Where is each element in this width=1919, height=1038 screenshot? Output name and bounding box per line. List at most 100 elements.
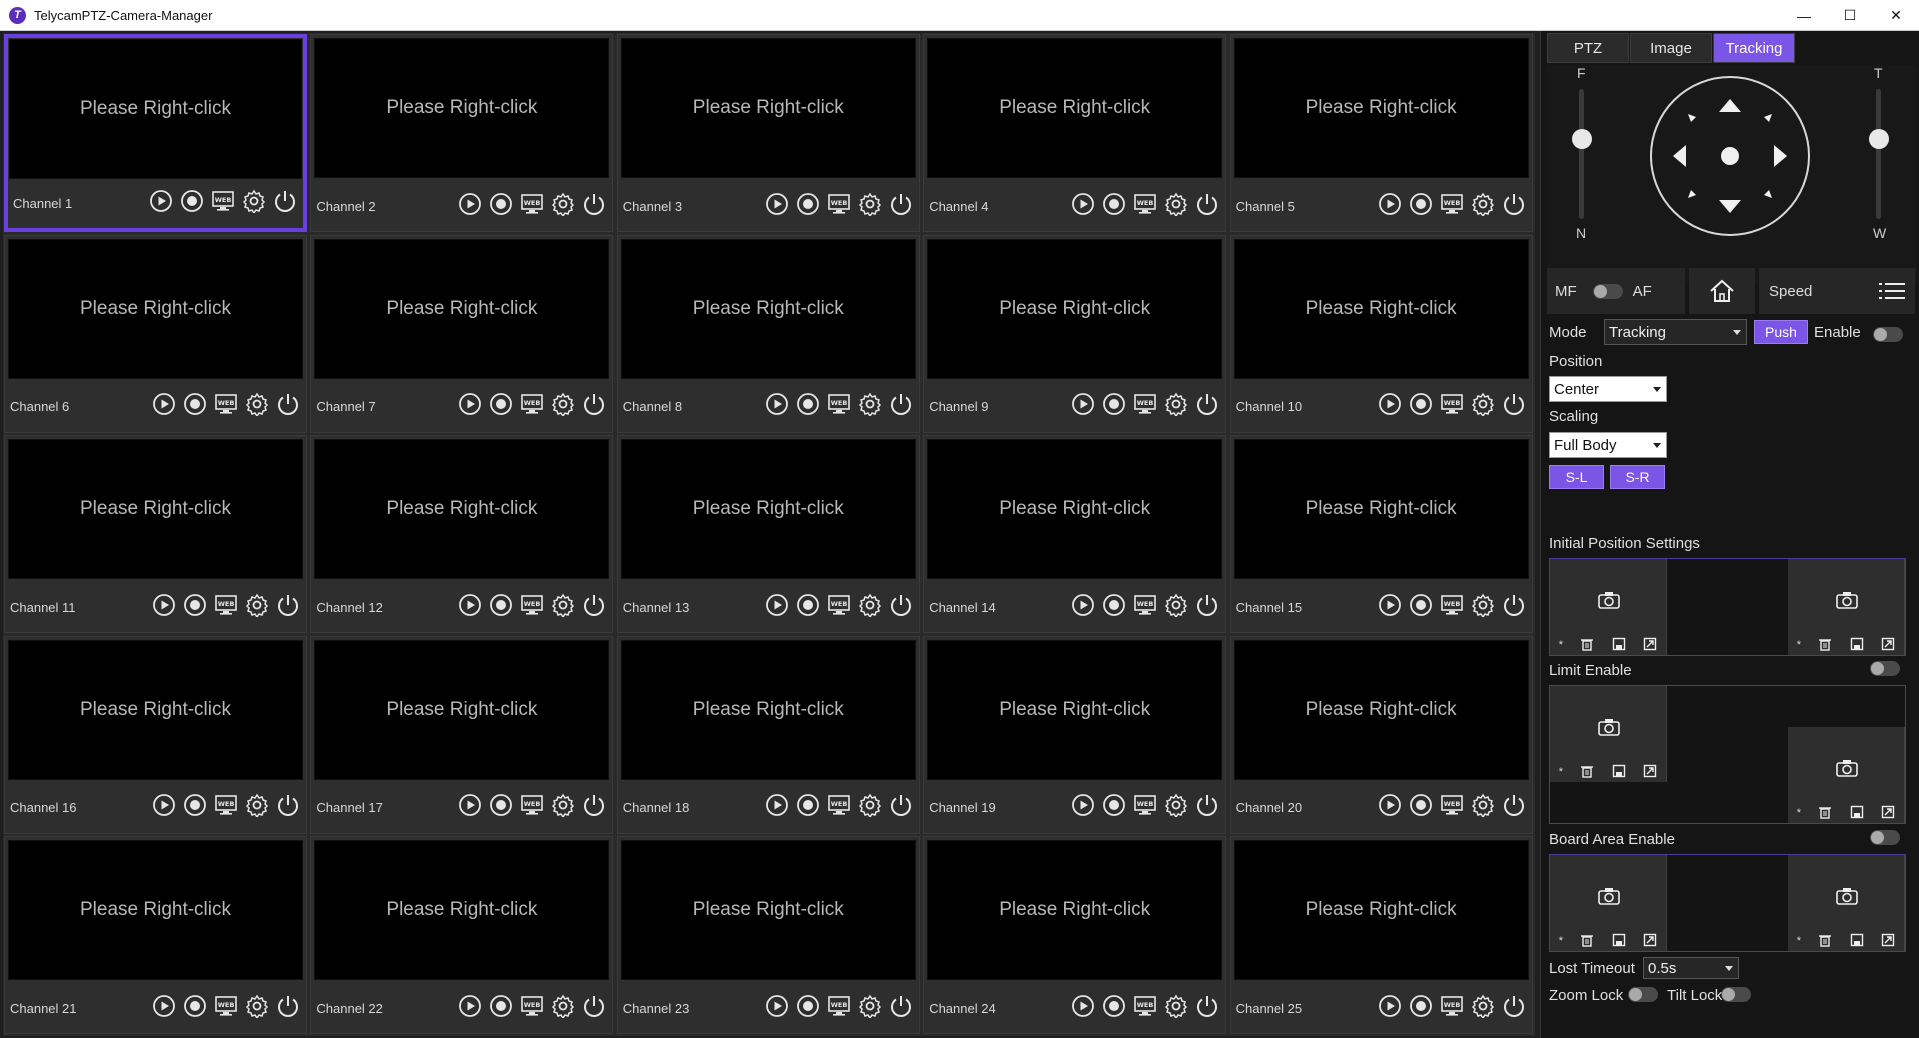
- web-icon[interactable]: WEB: [827, 793, 851, 822]
- goto-icon[interactable]: [1643, 637, 1657, 654]
- record-icon[interactable]: [1409, 392, 1433, 421]
- play-icon[interactable]: [458, 793, 482, 822]
- settings-icon[interactable]: [245, 994, 269, 1023]
- power-icon[interactable]: [1195, 192, 1219, 221]
- preset-slot[interactable]: *: [1788, 727, 1905, 823]
- play-icon[interactable]: [1071, 192, 1095, 221]
- power-icon[interactable]: [276, 392, 300, 421]
- web-icon[interactable]: WEB: [214, 793, 238, 822]
- web-icon[interactable]: WEB: [827, 192, 851, 221]
- settings-icon[interactable]: [858, 994, 882, 1023]
- tab-ptz[interactable]: PTZ: [1547, 33, 1629, 63]
- settings-icon[interactable]: [551, 593, 575, 622]
- power-icon[interactable]: [276, 793, 300, 822]
- power-icon[interactable]: [1195, 994, 1219, 1023]
- web-icon[interactable]: WEB: [214, 392, 238, 421]
- video-view[interactable]: Please Right-click: [314, 38, 610, 178]
- video-view[interactable]: Please Right-click: [1233, 840, 1529, 981]
- settings-icon[interactable]: [1471, 793, 1495, 822]
- channel-cell[interactable]: Please Right-click Channel 25 WEB: [1229, 836, 1533, 1035]
- play-icon[interactable]: [152, 793, 176, 822]
- channel-cell[interactable]: Please Right-click Channel 22 WEB: [310, 836, 614, 1035]
- save-icon[interactable]: [1612, 637, 1626, 654]
- channel-cell[interactable]: Please Right-click Channel 5 WEB: [1229, 34, 1533, 232]
- video-view[interactable]: Please Right-click: [314, 238, 610, 379]
- position-select[interactable]: Center: [1549, 376, 1667, 402]
- save-icon[interactable]: [1612, 933, 1626, 950]
- channel-cell[interactable]: Please Right-click Channel 13 WEB: [616, 435, 920, 634]
- focus-mode-toggle[interactable]: [1592, 283, 1623, 299]
- zoom-lock-toggle[interactable]: [1628, 987, 1658, 1002]
- record-icon[interactable]: [489, 392, 513, 421]
- video-view[interactable]: Please Right-click: [620, 840, 916, 981]
- web-icon[interactable]: WEB: [1133, 793, 1157, 822]
- preset-star[interactable]: *: [1559, 766, 1563, 778]
- play-icon[interactable]: [458, 392, 482, 421]
- channel-cell[interactable]: Please Right-click Channel 24 WEB: [923, 836, 1227, 1035]
- settings-icon[interactable]: [858, 192, 882, 221]
- record-icon[interactable]: [796, 392, 820, 421]
- home-box[interactable]: [1689, 268, 1755, 314]
- channel-cell[interactable]: Please Right-click Channel 12 WEB: [310, 435, 614, 634]
- goto-icon[interactable]: [1881, 637, 1895, 654]
- video-view[interactable]: Please Right-click: [1233, 639, 1529, 780]
- play-icon[interactable]: [765, 593, 789, 622]
- settings-icon[interactable]: [551, 793, 575, 822]
- settings-icon[interactable]: [551, 392, 575, 421]
- channel-cell[interactable]: Please Right-click Channel 16 WEB: [4, 635, 307, 834]
- speed-box[interactable]: Speed: [1759, 268, 1915, 314]
- web-icon[interactable]: WEB: [1440, 994, 1464, 1023]
- web-icon[interactable]: WEB: [1133, 392, 1157, 421]
- channel-cell[interactable]: Please Right-click Channel 17 WEB: [310, 635, 614, 834]
- web-icon[interactable]: WEB: [520, 994, 544, 1023]
- trash-icon[interactable]: [1580, 933, 1594, 950]
- power-icon[interactable]: [889, 793, 913, 822]
- channel-cell[interactable]: Please Right-click Channel 2 WEB: [310, 34, 614, 232]
- preset-slot[interactable]: *: [1788, 559, 1905, 655]
- record-icon[interactable]: [489, 593, 513, 622]
- power-icon[interactable]: [582, 994, 606, 1023]
- play-icon[interactable]: [1071, 392, 1095, 421]
- channel-cell[interactable]: Please Right-click Channel 21 WEB: [4, 836, 307, 1035]
- power-icon[interactable]: [1502, 392, 1526, 421]
- settings-icon[interactable]: [1164, 793, 1188, 822]
- save-icon[interactable]: [1850, 637, 1864, 654]
- record-icon[interactable]: [1102, 192, 1126, 221]
- power-icon[interactable]: [582, 593, 606, 622]
- push-button[interactable]: Push: [1754, 320, 1808, 344]
- record-icon[interactable]: [183, 994, 207, 1023]
- preset-star[interactable]: *: [1797, 807, 1801, 819]
- power-icon[interactable]: [582, 793, 606, 822]
- video-view[interactable]: Please Right-click: [314, 840, 610, 981]
- tilt-lock-toggle[interactable]: [1721, 987, 1751, 1002]
- web-icon[interactable]: WEB: [827, 994, 851, 1023]
- channel-cell[interactable]: Please Right-click Channel 9 WEB: [923, 234, 1227, 433]
- video-view[interactable]: Please Right-click: [927, 840, 1223, 981]
- video-view[interactable]: Please Right-click: [927, 238, 1223, 379]
- web-icon[interactable]: WEB: [214, 593, 238, 622]
- settings-icon[interactable]: [858, 392, 882, 421]
- limit-enable-toggle[interactable]: [1870, 661, 1900, 676]
- video-view[interactable]: Please Right-click: [620, 38, 916, 178]
- s-r-button[interactable]: S-R: [1610, 465, 1665, 489]
- channel-cell[interactable]: Please Right-click Channel 14 WEB: [923, 435, 1227, 634]
- web-icon[interactable]: WEB: [827, 392, 851, 421]
- preset-slot[interactable]: *: [1550, 686, 1667, 782]
- channel-cell[interactable]: Please Right-click Channel 7 WEB: [310, 234, 614, 433]
- preset-slot[interactable]: *: [1550, 559, 1667, 655]
- video-view[interactable]: Please Right-click: [8, 639, 303, 780]
- video-view[interactable]: Please Right-click: [927, 38, 1223, 178]
- trash-icon[interactable]: [1580, 637, 1594, 654]
- record-icon[interactable]: [489, 192, 513, 221]
- settings-icon[interactable]: [1164, 192, 1188, 221]
- settings-icon[interactable]: [551, 994, 575, 1023]
- settings-icon[interactable]: [1164, 593, 1188, 622]
- play-icon[interactable]: [152, 392, 176, 421]
- web-icon[interactable]: WEB: [1440, 593, 1464, 622]
- web-icon[interactable]: WEB: [1133, 593, 1157, 622]
- settings-icon[interactable]: [245, 593, 269, 622]
- power-icon[interactable]: [582, 192, 606, 221]
- web-icon[interactable]: WEB: [1133, 192, 1157, 221]
- record-icon[interactable]: [183, 793, 207, 822]
- minimize-button[interactable]: —: [1781, 0, 1827, 31]
